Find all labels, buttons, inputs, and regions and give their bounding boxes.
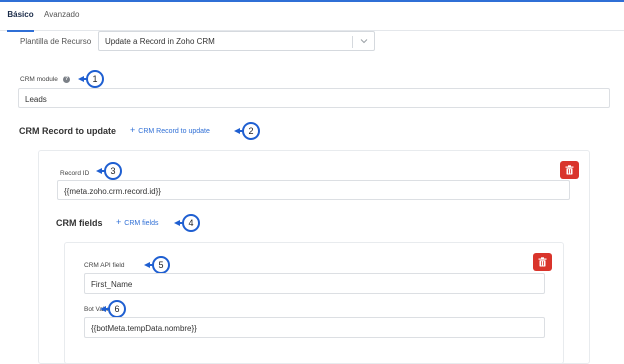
add-field-link[interactable]: + CRM fields <box>116 218 159 228</box>
field-card <box>64 242 564 364</box>
add-record-link[interactable]: + CRM Record to update <box>130 126 210 136</box>
callout-number: 6 <box>108 300 126 318</box>
chevron-down-icon[interactable] <box>359 35 369 47</box>
help-icon[interactable]: ? <box>63 76 70 83</box>
bot-value-input[interactable]: {{botMeta.tempData.nombre}} <box>84 317 545 338</box>
template-select[interactable]: Update a Record in Zoho CRM <box>98 31 375 51</box>
record-section-title: CRM Record to update <box>19 126 117 136</box>
callout-number: 1 <box>86 70 104 88</box>
callout-number: 5 <box>152 256 170 274</box>
delete-field-button[interactable] <box>533 253 552 271</box>
trash-icon <box>565 165 574 175</box>
callout-number: 3 <box>104 162 122 180</box>
bot-value-value: {{botMeta.tempData.nombre}} <box>91 324 197 333</box>
crm-module-value: Leads <box>25 95 47 104</box>
tab-bar: Básico Avanzado <box>0 2 624 32</box>
api-field-input[interactable]: First_Name <box>84 273 545 294</box>
tab-advanced[interactable]: Avanzado <box>44 2 79 31</box>
record-id-value: {{meta.zoho.crm.record.id}} <box>64 187 161 196</box>
api-field-label: CRM API field <box>84 262 125 269</box>
trash-icon <box>538 257 547 267</box>
add-record-label: CRM Record to update <box>138 128 210 135</box>
delete-record-button[interactable] <box>560 161 579 179</box>
template-label: Plantilla de Recurso <box>20 37 92 46</box>
select-divider <box>352 36 353 48</box>
template-select-value: Update a Record in Zoho CRM <box>105 37 215 46</box>
fields-section-title: CRM fields <box>56 218 103 228</box>
callout-number: 4 <box>182 214 200 232</box>
record-id-input[interactable]: {{meta.zoho.crm.record.id}} <box>57 180 570 200</box>
record-id-label: Record ID <box>60 170 90 177</box>
callout-number: 2 <box>242 122 260 140</box>
api-field-value: First_Name <box>91 280 133 289</box>
plus-icon: + <box>116 217 122 227</box>
add-field-label: CRM fields <box>124 220 159 227</box>
crm-module-label: CRM module <box>20 76 58 83</box>
tab-basic[interactable]: Básico <box>7 2 34 32</box>
crm-module-input[interactable]: Leads <box>18 88 610 108</box>
plus-icon: + <box>130 125 136 135</box>
